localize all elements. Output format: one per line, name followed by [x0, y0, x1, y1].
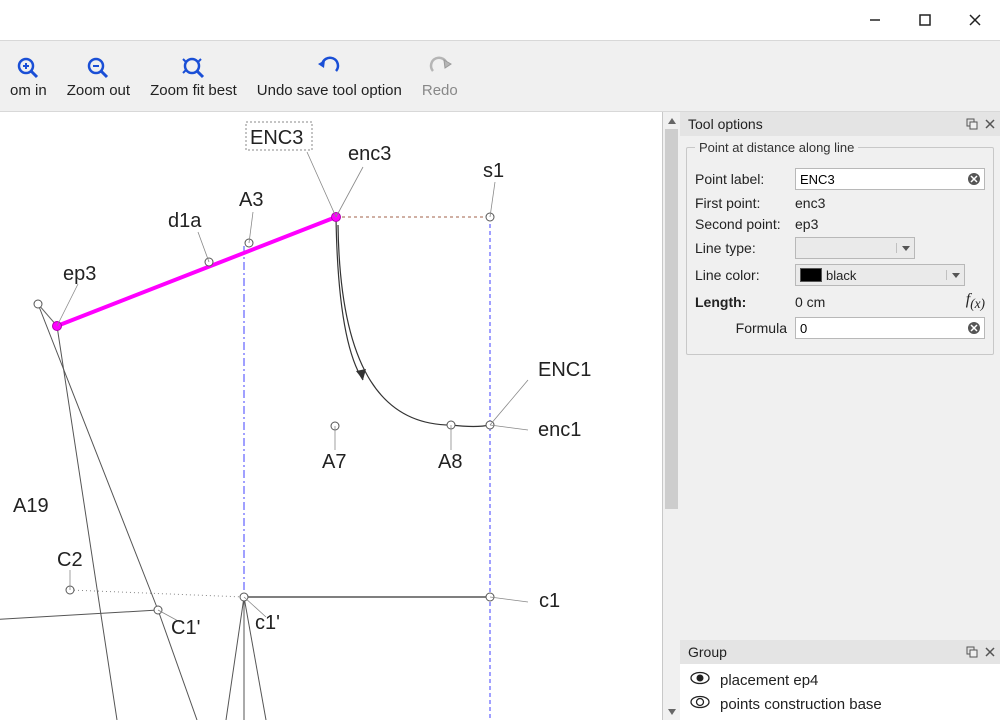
group-item-label: placement ep4: [720, 672, 818, 689]
canvas-vertical-scrollbar[interactable]: [663, 112, 680, 720]
scroll-down-icon[interactable]: [663, 703, 680, 720]
length-value: 0 cm: [795, 294, 825, 310]
redo-icon: [427, 54, 453, 82]
zoom-fit-button[interactable]: Zoom fit best: [140, 50, 247, 103]
window-maximize-button[interactable]: [900, 0, 950, 40]
point-label-A3[interactable]: A3: [239, 189, 263, 211]
formula-input[interactable]: [795, 317, 985, 339]
point-label-enc1[interactable]: enc1: [538, 419, 581, 441]
point-label-input[interactable]: [795, 168, 985, 190]
main-toolbar: om in Zoom out Zoom fit best Undo save t…: [0, 40, 1000, 112]
undo-button[interactable]: Undo save tool option: [247, 50, 412, 103]
point-label-ENC3[interactable]: ENC3: [250, 127, 303, 149]
point-label-d1a[interactable]: d1a: [168, 210, 202, 232]
point-label-C1p[interactable]: C1': [171, 617, 200, 639]
point-label-enc3[interactable]: enc3: [348, 143, 391, 165]
zoom-fit-icon: [179, 54, 207, 82]
second-point-label: Second point:: [695, 216, 787, 232]
tool-options-title: Tool options: [688, 116, 763, 132]
point-label-s1[interactable]: s1: [483, 160, 504, 182]
point-label-ENC1[interactable]: ENC1: [538, 359, 591, 381]
redo-label: Redo: [422, 82, 458, 99]
point-label-A7[interactable]: A7: [322, 451, 346, 473]
zoom-in-icon: [15, 54, 41, 82]
clear-point-label-icon[interactable]: [967, 172, 981, 186]
point-label-label: Point label:: [695, 171, 787, 187]
point-label-A8[interactable]: A8: [438, 451, 462, 473]
length-label: Length:: [695, 294, 787, 310]
undo-label: Undo save tool option: [257, 82, 402, 99]
first-point-label: First point:: [695, 195, 787, 211]
point-label-ep3[interactable]: ep3: [63, 263, 96, 285]
group-panel-title: Group: [688, 644, 727, 660]
window-minimize-button[interactable]: [850, 0, 900, 40]
first-point-value: enc3: [795, 195, 825, 211]
zoom-out-icon: [85, 54, 111, 82]
eye-filled-icon[interactable]: [690, 671, 710, 689]
zoom-out-label: Zoom out: [67, 82, 130, 99]
zoom-in-label: om in: [10, 82, 47, 99]
tool-options-panel: Point at distance along line Point label…: [680, 136, 1000, 361]
redo-button[interactable]: Redo: [412, 50, 468, 103]
chevron-down-icon: [896, 243, 914, 253]
group-item[interactable]: points construction base: [680, 692, 1000, 716]
formula-label: Formula: [695, 320, 787, 336]
zoom-fit-label: Zoom fit best: [150, 82, 237, 99]
close-panel-icon[interactable]: [984, 118, 996, 130]
clear-formula-icon[interactable]: [967, 321, 981, 335]
point-label-C2[interactable]: C2: [57, 549, 83, 571]
window-close-button[interactable]: [950, 0, 1000, 40]
tool-options-header: Tool options: [680, 112, 1000, 136]
group-item-label: points construction base: [720, 696, 882, 713]
zoom-out-button[interactable]: Zoom out: [57, 50, 140, 103]
drawing-canvas[interactable]: ENC3 enc3 s1 A3 d1a ep3 A19 C2 C1' c1' c…: [0, 112, 663, 720]
eye-outline-icon[interactable]: [690, 695, 710, 713]
dock-undock-icon[interactable]: [966, 646, 978, 658]
undo-icon: [316, 54, 342, 82]
window-titlebar: [0, 0, 1000, 40]
line-color-label: Line color:: [695, 267, 787, 283]
second-point-value: ep3: [795, 216, 818, 232]
dock-undock-icon[interactable]: [966, 118, 978, 130]
scroll-up-icon[interactable]: [663, 112, 680, 129]
group-panel-header: Group: [680, 640, 1000, 664]
group-panel: placement ep4 points construction base: [680, 664, 1000, 720]
zoom-in-button[interactable]: om in: [0, 50, 57, 103]
line-type-select[interactable]: [795, 237, 915, 259]
point-label-c1[interactable]: c1: [539, 590, 560, 612]
line-type-label: Line type:: [695, 240, 787, 256]
color-swatch-icon: [800, 268, 822, 282]
close-panel-icon[interactable]: [984, 646, 996, 658]
tool-section-title: Point at distance along line: [695, 140, 858, 155]
group-item[interactable]: placement ep4: [680, 668, 1000, 692]
point-label-A19[interactable]: A19: [13, 495, 49, 517]
chevron-down-icon: [946, 270, 964, 280]
line-color-select[interactable]: black: [795, 264, 965, 286]
formula-editor-icon[interactable]: f(x): [966, 291, 985, 312]
point-label-c1p[interactable]: c1': [255, 612, 280, 634]
